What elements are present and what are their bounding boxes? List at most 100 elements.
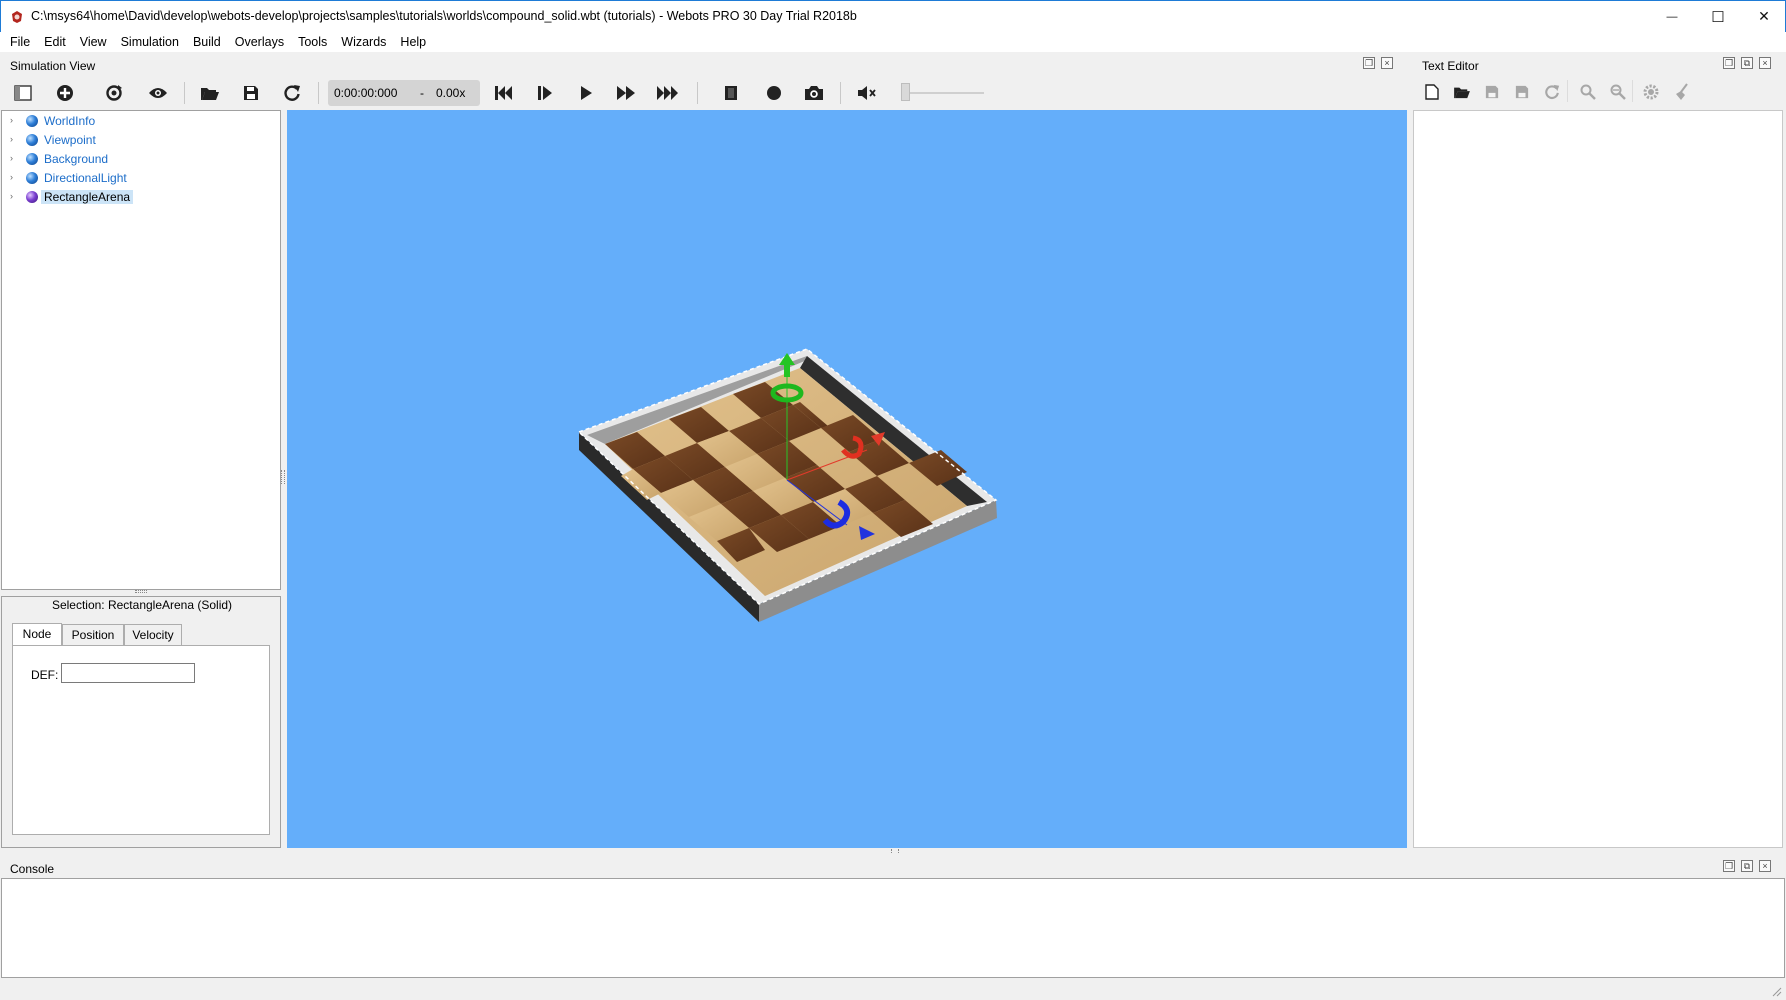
- record-movie-button[interactable]: [719, 81, 743, 105]
- tree-item-rectanglearena[interactable]: › RectangleArena: [2, 188, 262, 206]
- build-button[interactable]: [1639, 80, 1663, 104]
- run-fast-button[interactable]: [614, 81, 638, 105]
- simulation-view-title: Simulation View: [10, 59, 96, 73]
- save-file-button[interactable]: [1480, 80, 1504, 104]
- console-close-button[interactable]: ×: [1759, 860, 1771, 872]
- restore-icon: ❐: [1724, 58, 1734, 68]
- save-as-button[interactable]: [1510, 80, 1534, 104]
- menu-view[interactable]: View: [74, 32, 113, 52]
- show-scene-tree-button[interactable]: [11, 81, 35, 105]
- text-editor-float-button[interactable]: ⧉: [1741, 57, 1753, 69]
- minimize-icon: —: [1666, 10, 1678, 23]
- volume-slider-track[interactable]: [904, 92, 984, 94]
- fast-forward-icon: [617, 86, 635, 100]
- reload-world-button[interactable]: [280, 81, 304, 105]
- camera-icon: [805, 86, 823, 100]
- screenshot-button[interactable]: [802, 81, 826, 105]
- follow-object-button[interactable]: [146, 81, 170, 105]
- window-title: C:\msys64\home\David\develop\webots-deve…: [31, 9, 857, 23]
- close-icon: ×: [1762, 861, 1768, 871]
- simulation-view-float-button[interactable]: ❐: [1363, 57, 1375, 69]
- save-as-icon: [1515, 85, 1529, 99]
- menu-help[interactable]: Help: [394, 32, 432, 52]
- tree-item-label: Viewpoint: [44, 133, 96, 147]
- add-node-button[interactable]: [53, 81, 77, 105]
- expand-arrow-icon[interactable]: ›: [10, 153, 18, 163]
- tree-item-background[interactable]: › Background: [2, 150, 262, 168]
- open-file-button[interactable]: [1450, 80, 1474, 104]
- open-world-button[interactable]: [198, 81, 222, 105]
- close-icon: ×: [1762, 58, 1768, 68]
- text-editor-restore-button[interactable]: ❐: [1723, 57, 1735, 69]
- eye-icon: [149, 88, 167, 98]
- console-restore-button[interactable]: ❐: [1723, 860, 1735, 872]
- minimize-button[interactable]: —: [1649, 1, 1695, 32]
- expand-arrow-icon[interactable]: ›: [10, 134, 18, 144]
- 3d-view[interactable]: [287, 110, 1407, 848]
- menu-simulation[interactable]: Simulation: [115, 32, 185, 52]
- tree-item-worldinfo[interactable]: › WorldInfo: [2, 112, 262, 130]
- close-button[interactable]: ✕: [1741, 1, 1786, 32]
- view-splitter-handle[interactable]: [891, 849, 899, 853]
- expand-arrow-icon[interactable]: ›: [10, 191, 18, 201]
- save-world-button[interactable]: [239, 81, 263, 105]
- mute-button[interactable]: [855, 81, 879, 105]
- float-icon: ❐: [1364, 58, 1374, 68]
- simulation-time: 0:00:00:000: [334, 86, 398, 100]
- expand-arrow-icon[interactable]: ›: [10, 115, 18, 125]
- menu-tools[interactable]: Tools: [292, 32, 333, 52]
- broom-icon: [1676, 83, 1688, 100]
- tab-node[interactable]: Node: [12, 623, 62, 645]
- replace-button[interactable]: [1606, 80, 1630, 104]
- scene-tree: › WorldInfo › Viewpoint › Background › D…: [1, 110, 281, 590]
- def-input[interactable]: [61, 663, 195, 683]
- tab-position[interactable]: Position: [62, 624, 124, 645]
- play-icon: [581, 86, 592, 100]
- maximize-button[interactable]: ☐: [1695, 1, 1741, 32]
- volume-slider-thumb[interactable]: [901, 83, 910, 101]
- expand-arrow-icon[interactable]: ›: [10, 172, 18, 182]
- tab-velocity[interactable]: Velocity: [124, 624, 182, 645]
- simulation-view-close-button[interactable]: ×: [1381, 57, 1393, 69]
- film-icon: [725, 86, 737, 100]
- clean-button[interactable]: [1670, 80, 1694, 104]
- menu-file[interactable]: File: [4, 32, 36, 52]
- menu-build[interactable]: Build: [187, 32, 227, 52]
- step-button[interactable]: [533, 81, 557, 105]
- text-editor-area[interactable]: [1413, 110, 1783, 848]
- find-button[interactable]: [1576, 80, 1600, 104]
- gear-icon: [1643, 84, 1659, 100]
- record-animation-button[interactable]: [762, 81, 786, 105]
- rectangle-arena-scene[interactable]: [287, 110, 1407, 848]
- horizontal-splitter-handle[interactable]: [135, 590, 147, 593]
- save-icon: [1485, 85, 1499, 99]
- reset-simulation-button[interactable]: [491, 81, 515, 105]
- menu-overlays[interactable]: Overlays: [229, 32, 290, 52]
- text-editor-toolbar: [1420, 78, 1780, 106]
- reset-viewpoint-button[interactable]: [102, 81, 126, 105]
- resize-grip-icon[interactable]: [1770, 985, 1782, 997]
- new-file-icon: [1425, 84, 1439, 100]
- solid-node-ball-icon: [26, 191, 38, 203]
- new-file-button[interactable]: [1420, 80, 1444, 104]
- time-separator: -: [420, 86, 424, 100]
- tree-item-viewpoint[interactable]: › Viewpoint: [2, 131, 262, 149]
- simulation-toolbar: 0:00:00:000 - 0.00x: [8, 76, 1406, 110]
- status-bar: [0, 980, 1786, 1000]
- search-replace-icon: [1610, 84, 1626, 100]
- console-output[interactable]: [1, 878, 1785, 978]
- add-icon: [57, 85, 73, 101]
- console-float-button[interactable]: ⧉: [1741, 860, 1753, 872]
- menu-edit[interactable]: Edit: [38, 32, 72, 52]
- run-realtime-button[interactable]: [574, 81, 598, 105]
- revert-file-button[interactable]: [1540, 80, 1564, 104]
- def-label: DEF:: [31, 668, 59, 682]
- tree-item-directionallight[interactable]: › DirectionalLight: [2, 169, 262, 187]
- run-fastest-button[interactable]: [655, 81, 679, 105]
- selection-label: Selection: RectangleArena (Solid): [51, 598, 233, 612]
- float-icon: ⧉: [1743, 58, 1751, 68]
- text-editor-close-button[interactable]: ×: [1759, 57, 1771, 69]
- vertical-splitter-handle[interactable]: [281, 470, 285, 484]
- menu-wizards[interactable]: Wizards: [335, 32, 392, 52]
- folder-open-icon: [201, 88, 219, 100]
